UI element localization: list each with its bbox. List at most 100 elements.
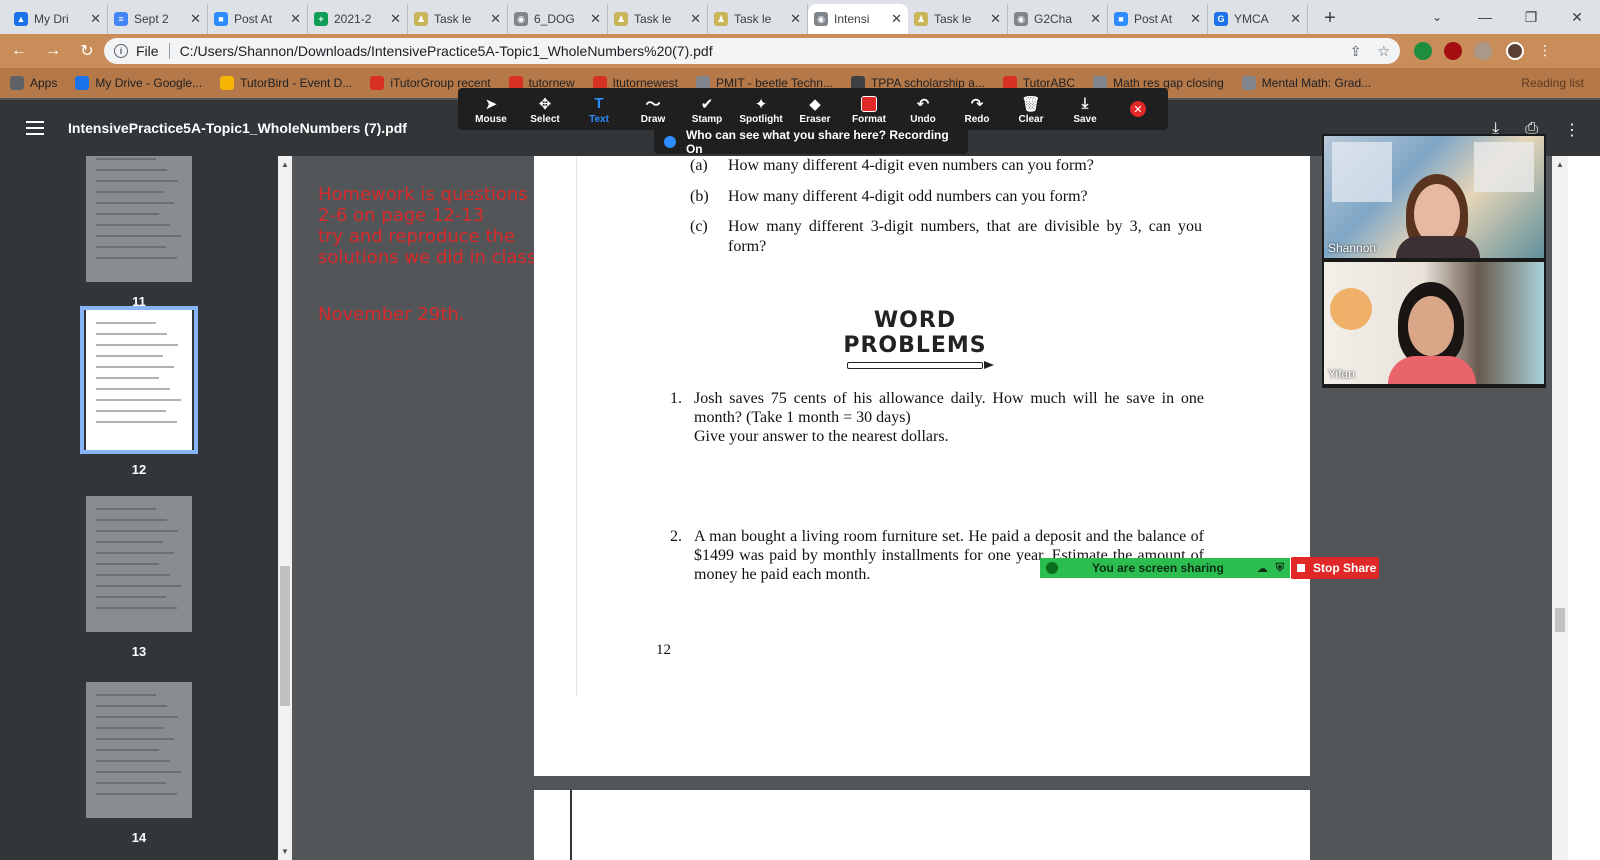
participant-name: Yifan <box>1328 367 1355 381</box>
tab-close-icon[interactable]: ✕ <box>1190 11 1201 27</box>
tab-close-icon[interactable]: ✕ <box>790 11 801 27</box>
scroll-down-icon[interactable]: ▼ <box>281 847 289 856</box>
redo-icon: ↷ <box>970 95 984 113</box>
restore-icon[interactable]: ❐ <box>1508 0 1554 34</box>
tool-mouse[interactable]: ➤ Mouse <box>464 94 518 125</box>
page-thumbnail[interactable] <box>86 310 192 450</box>
browser-tab[interactable]: ♟ Task le ✕ <box>708 4 808 34</box>
tab-close-icon[interactable]: ✕ <box>290 11 301 27</box>
browser-tab[interactable]: ◉ 6_DOG ✕ <box>508 4 608 34</box>
tab-close-icon[interactable]: ✕ <box>990 11 1001 27</box>
forward-icon[interactable]: → <box>38 36 68 66</box>
tool-stamp[interactable]: ✔ Stamp <box>680 94 734 125</box>
tool-redo[interactable]: ↷ Redo <box>950 94 1004 125</box>
extension-green-icon[interactable] <box>1414 42 1432 60</box>
browser-tab[interactable]: ♟ Task le ✕ <box>908 4 1008 34</box>
browser-tab[interactable]: G YMCA ✕ <box>1208 4 1308 34</box>
tab-title: Sept 2 <box>134 12 169 26</box>
tab-close-icon[interactable]: ✕ <box>891 11 902 27</box>
tool-text[interactable]: T Text <box>572 94 626 125</box>
screen-sharing-banner[interactable]: You are screen sharing ☁ ⛨ <box>1040 558 1290 578</box>
bookmark-star-icon[interactable]: ☆ <box>1377 43 1390 60</box>
browser-tab[interactable]: ■ Post At ✕ <box>208 4 308 34</box>
reload-icon[interactable]: ↻ <box>72 36 102 66</box>
thumbnail-text-line <box>96 508 156 510</box>
browser-tab[interactable]: ≡ Sept 2 ✕ <box>108 4 208 34</box>
tab-favicon-icon: ≡ <box>114 12 128 26</box>
video-tile-yifan[interactable]: Yifan <box>1324 262 1544 384</box>
tab-close-icon[interactable]: ✕ <box>490 11 501 27</box>
thumbnail-text-line <box>96 191 163 193</box>
bookmark-item[interactable]: Mental Math: Grad... <box>1241 76 1371 90</box>
network-icon[interactable]: ☁ <box>1257 562 1268 575</box>
browser-tab[interactable]: ▲ My Dri ✕ <box>8 4 108 34</box>
thumbnail-page-number: 12 <box>131 462 147 477</box>
security-shield-icon[interactable]: ⛨ <box>1276 562 1284 575</box>
document-scroll-thumb[interactable] <box>1555 608 1565 632</box>
thumbnail-text-line <box>96 596 166 598</box>
stop-share-button[interactable]: Stop Share <box>1291 557 1379 579</box>
tool-format[interactable]: Format <box>842 94 896 125</box>
close-window-icon[interactable]: ✕ <box>1554 0 1600 34</box>
format-icon <box>861 94 877 114</box>
scroll-up-icon[interactable]: ▲ <box>1556 160 1564 169</box>
tool-save[interactable]: ⤓ Save <box>1058 94 1112 125</box>
sharing-banner-text: You are screen sharing <box>1092 561 1224 575</box>
tab-close-icon[interactable]: ✕ <box>390 11 401 27</box>
extensions-puzzle-icon[interactable] <box>1474 42 1492 60</box>
sidebar-scroll-thumb[interactable] <box>280 566 290 706</box>
sidebar-scrollbar[interactable]: ▲ ▼ <box>278 156 292 860</box>
page-thumbnail[interactable] <box>86 496 192 632</box>
scroll-up-icon[interactable]: ▲ <box>281 160 289 169</box>
tool-label: Undo <box>910 113 936 125</box>
address-bar[interactable]: i File C:/Users/Shannon/Downloads/Intens… <box>104 38 1400 64</box>
tab-close-icon[interactable]: ✕ <box>1090 11 1101 27</box>
browser-tab[interactable]: +2021-2 ✕ <box>308 4 408 34</box>
profile-avatar[interactable] <box>1506 42 1524 60</box>
back-icon[interactable]: ← <box>4 36 34 66</box>
minimize-icon[interactable]: — <box>1462 0 1508 34</box>
tool-eraser[interactable]: ◆ Eraser <box>788 94 842 125</box>
thumbnail-text-line <box>96 344 178 346</box>
page-thumbnail[interactable] <box>86 156 192 282</box>
tab-close-icon[interactable]: ✕ <box>690 11 701 27</box>
homework-annotation[interactable]: Homework is questions 2-6 on page 12-13 tr… <box>318 184 542 325</box>
tab-close-icon[interactable]: ✕ <box>590 11 601 27</box>
recording-notice[interactable]: Who can see what you share here? Recordi… <box>654 128 968 156</box>
browser-tab[interactable]: ◉ G2Cha ✕ <box>1008 4 1108 34</box>
tool-draw[interactable]: 〜 Draw <box>626 94 680 125</box>
tool-undo[interactable]: ↶ Undo <box>896 94 950 125</box>
question-c: (c) How many different 3-digit numbers, … <box>690 217 1210 261</box>
tool-clear[interactable]: 🗑 Clear <box>1004 94 1058 125</box>
ublock-icon[interactable] <box>1444 42 1462 60</box>
bookmark-item[interactable]: My Drive - Google... <box>75 76 202 90</box>
tab-favicon-icon: ◉ <box>514 12 528 26</box>
browser-tab[interactable]: ♟ Task le ✕ <box>608 4 708 34</box>
tab-close-icon[interactable]: ✕ <box>1290 11 1301 27</box>
document-scrollbar[interactable]: ▲ <box>1552 156 1568 860</box>
more-options-icon[interactable]: ⋮ <box>1564 120 1580 140</box>
wall-art <box>1330 288 1372 330</box>
browser-tab[interactable]: ◉ Intensi ✕ <box>808 4 908 34</box>
tab-search-icon[interactable]: ⌄ <box>1424 4 1450 30</box>
browser-tab[interactable]: ■ Post At ✕ <box>1108 4 1208 34</box>
tool-select[interactable]: ✥ Select <box>518 94 572 125</box>
page-thumbnail[interactable] <box>86 682 192 818</box>
thumbnail-text-line <box>96 421 177 423</box>
chrome-menu-icon[interactable]: ⋮ <box>1538 42 1552 59</box>
close-toolbar-icon[interactable]: ✕ <box>1130 101 1146 117</box>
bookmark-item[interactable]: Apps <box>10 76 57 90</box>
tab-close-icon[interactable]: ✕ <box>190 11 201 27</box>
undo-icon: ↶ <box>916 95 930 113</box>
tab-close-icon[interactable]: ✕ <box>90 11 101 27</box>
reading-list-button[interactable]: Reading list <box>1521 76 1584 90</box>
new-tab-icon[interactable]: + <box>1316 4 1344 32</box>
info-icon[interactable]: i <box>114 44 128 58</box>
tool-spotlight[interactable]: ✦ Spotlight <box>734 94 788 125</box>
share-icon[interactable]: ⇪ <box>1350 43 1362 60</box>
browser-tab[interactable]: ♟ Task le ✕ <box>408 4 508 34</box>
video-tile-shannon[interactable]: Shannon <box>1324 136 1544 258</box>
word-problems-heading: WORD PROBLEMS <box>806 308 1024 369</box>
sidebar-menu-icon[interactable] <box>26 121 44 135</box>
bookmark-item[interactable]: TutorBird - Event D... <box>220 76 352 90</box>
